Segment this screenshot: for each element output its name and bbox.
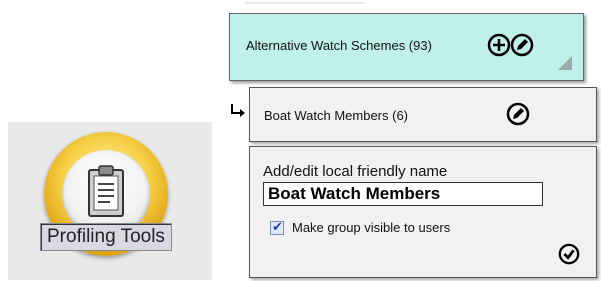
add-circle-icon[interactable] bbox=[487, 33, 511, 57]
visible-checkbox[interactable]: ✔ bbox=[270, 219, 284, 235]
clipboard-icon bbox=[88, 165, 124, 217]
app-label: Profiling Tools bbox=[40, 223, 172, 251]
edit-name-panel: Add/edit local friendly name ✔ Make grou… bbox=[249, 146, 597, 278]
top-divider bbox=[245, 2, 365, 4]
child-arrow-icon bbox=[231, 104, 245, 117]
group-card[interactable]: Boat Watch Members (6) bbox=[249, 87, 597, 142]
edit-panel-title: Add/edit local friendly name bbox=[263, 163, 448, 180]
checkbox-check-icon: ✔ bbox=[272, 219, 283, 234]
profiling-tools-tile[interactable]: Profiling Tools bbox=[8, 122, 212, 280]
scheme-card[interactable]: Alternative Watch Schemes (93) bbox=[229, 13, 584, 81]
edit-pencil-icon[interactable] bbox=[510, 33, 534, 57]
resize-grip-icon[interactable] bbox=[558, 56, 572, 70]
scheme-card-label: Alternative Watch Schemes (93) bbox=[246, 38, 432, 53]
group-card-label: Boat Watch Members (6) bbox=[264, 108, 409, 123]
edit-pencil-icon[interactable] bbox=[506, 102, 530, 126]
friendly-name-input[interactable] bbox=[263, 182, 543, 206]
confirm-check-icon[interactable] bbox=[558, 243, 580, 265]
visible-checkbox-label: Make group visible to users bbox=[292, 220, 451, 235]
